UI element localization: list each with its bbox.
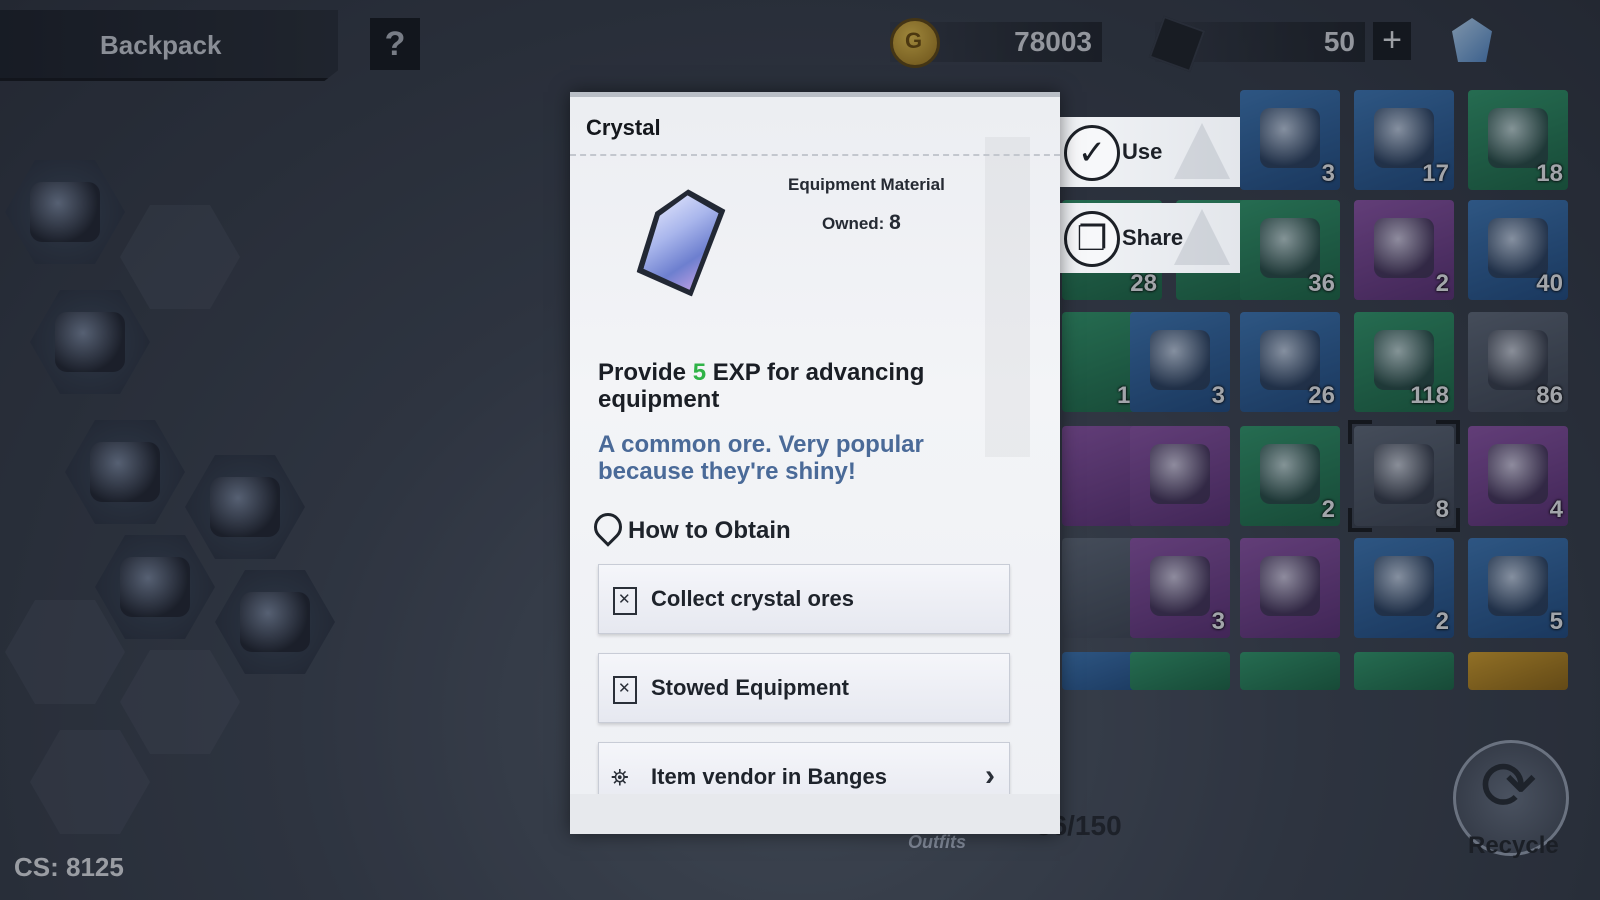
desc-prefix: Provide — [598, 359, 693, 386]
divider — [570, 154, 1060, 156]
location-pin-icon — [588, 507, 628, 547]
popup-footer — [570, 794, 1060, 834]
source-collect-crystal-ores[interactable]: Collect crystal ores — [598, 564, 1010, 634]
share-button[interactable]: ❐ Share — [1052, 203, 1240, 273]
how-to-obtain-heading: How to Obtain — [628, 517, 791, 544]
item-detail-popup: Crystal Equipment Material Owned: 8 Prov… — [570, 92, 1060, 834]
item-flavor-text: A common ore. Very popular because they'… — [598, 431, 924, 485]
chevron-right-icon: › — [985, 759, 995, 792]
use-button[interactable]: ✓ Use — [1052, 117, 1240, 187]
outfits-tab[interactable]: Outfits — [908, 832, 966, 853]
owned-value: 8 — [889, 211, 901, 234]
map-marker-icon — [613, 676, 637, 704]
source-stowed-equipment[interactable]: Stowed Equipment — [598, 653, 1010, 723]
item-type: Equipment Material — [788, 175, 945, 194]
map-marker-icon — [613, 587, 637, 615]
exp-amount: 5 — [692, 359, 707, 386]
owned-count: Owned: 8 — [822, 211, 901, 235]
vendor-tower-icon: ⛯ — [611, 765, 629, 790]
use-label: Use — [1122, 139, 1163, 164]
item-description: Provide 5 EXP for advancing equipment — [598, 359, 998, 413]
share-icon: ❐ — [1064, 211, 1120, 267]
recycle-label: Recycle — [1468, 832, 1559, 859]
triangle-decor-icon — [1174, 123, 1230, 179]
share-label: Share — [1122, 225, 1184, 250]
checkmark-icon: ✓ — [1064, 125, 1120, 181]
owned-label: Owned: — [822, 214, 885, 233]
item-name: Crystal — [586, 115, 661, 140]
